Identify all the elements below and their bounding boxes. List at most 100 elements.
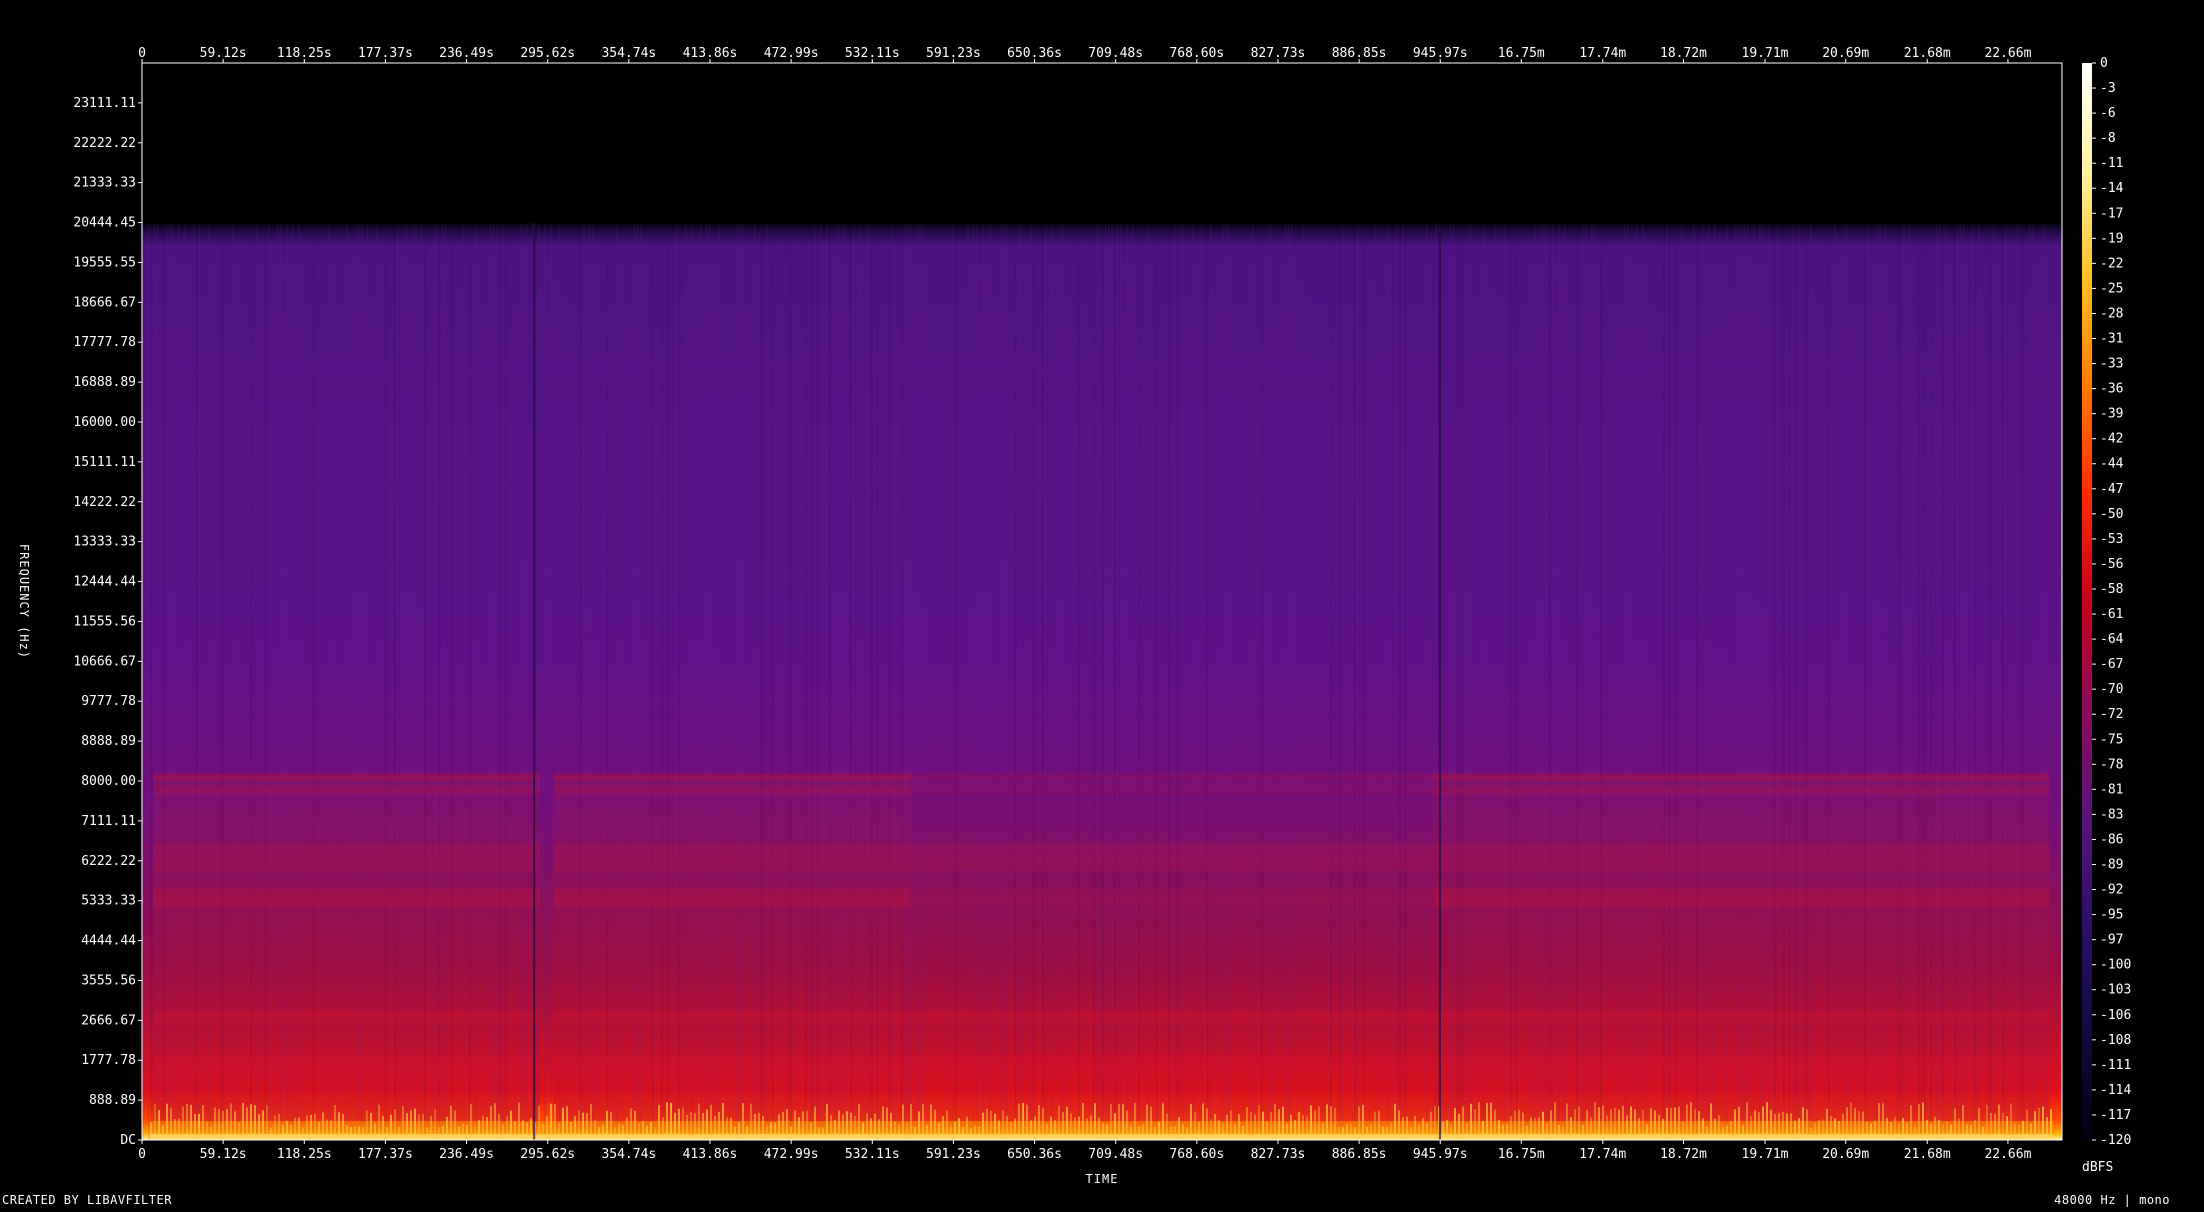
y-tick-label: 11555.56 [73,614,136,629]
x-tick-label-top: 650.36s [1007,46,1062,61]
colorbar-tick-label: -25 [2100,281,2123,296]
x-axis-title: TIME [1086,1172,1119,1186]
y-tick-label: 15111.11 [73,455,136,470]
y-tick-label: DC [120,1133,136,1148]
x-tick-label-bottom: 59.12s [200,1147,247,1162]
x-tick-label-top: 20.69m [1822,46,1869,61]
x-tick-label-top: 886.85s [1332,46,1387,61]
colorbar-tick-label: -17 [2100,206,2123,221]
colorbar-tick-label: -78 [2100,757,2123,772]
colorbar-tick-label: -39 [2100,407,2123,422]
x-tick-label-top: 768.60s [1169,46,1224,61]
x-tick-label-top: 945.97s [1413,46,1468,61]
colorbar-tick-label: -31 [2100,332,2123,347]
y-tick-label: 14222.22 [73,495,136,510]
x-tick-label-top: 532.11s [845,46,900,61]
x-tick-label-top: 591.23s [926,46,981,61]
x-tick-label-top: 177.37s [358,46,413,61]
x-tick-label-bottom: 22.66m [1984,1147,2031,1162]
colorbar-tick-label: -70 [2100,682,2123,697]
x-tick-label-bottom: 16.75m [1498,1147,1545,1162]
colorbar-tick-label: -89 [2100,857,2123,872]
x-tick-label-top: 118.25s [277,46,332,61]
y-tick-label: 18666.67 [73,295,136,310]
footer-sample-info: 48000 Hz | mono [2054,1193,2170,1207]
x-tick-label-top: 16.75m [1498,46,1545,61]
y-tick-label: 888.89 [89,1093,136,1108]
y-tick-label: 8000.00 [81,774,136,789]
y-tick-label: 10666.67 [73,654,136,669]
y-tick-label: 5333.33 [81,894,136,909]
x-tick-label-bottom: 18.72m [1660,1147,1707,1162]
x-tick-label-top: 709.48s [1088,46,1143,61]
colorbar-tick-label: -6 [2100,106,2116,121]
colorbar-tick-label: -33 [2100,357,2123,372]
y-tick-label: 21333.33 [73,176,136,191]
colorbar-tick-label: -11 [2100,156,2123,171]
spectrogram-svg: 0 0 59.12s 59.12s 118.25s 118.25s 177.37s 177.3… [2,46,2170,1207]
y-tick-label: 19555.55 [73,255,136,270]
colorbar-tick-label: -53 [2100,532,2123,547]
colorbar-tick-label: -72 [2100,707,2123,722]
colorbar-tick-label: -3 [2100,81,2116,96]
colorbar-tick-label: -92 [2100,883,2123,898]
x-tick-label-top: 472.99s [764,46,819,61]
y-tick-label: 3555.56 [81,973,136,988]
colorbar-tick-label: -75 [2100,732,2123,747]
colorbar-tick-label: -83 [2100,807,2123,822]
colorbar-tick-label: 0 [2100,56,2108,71]
colorbar-tick-label: -47 [2100,482,2123,497]
colorbar-tick-label: -8 [2100,131,2116,146]
y-tick-label: 1777.78 [81,1053,136,1068]
y-tick-label: 2666.67 [81,1013,136,1028]
colorbar [2082,63,2092,1140]
colorbar-tick-label: -100 [2100,958,2131,973]
y-tick-label: 23111.11 [73,96,136,111]
colorbar-tick-label: -81 [2100,782,2123,797]
x-tick-label-top: 236.49s [439,46,494,61]
x-tick-label-bottom: 827.73s [1251,1147,1306,1162]
x-tick-label-top: 21.68m [1904,46,1951,61]
x-tick-label-bottom: 0 [138,1147,146,1162]
spectrogram-chart: 0 0 59.12s 59.12s 118.25s 118.25s 177.37s 177.3… [0,0,2204,1208]
colorbar-tick-label: -36 [2100,382,2123,397]
y-tick-label: 16000.00 [73,415,136,430]
x-tick-label-bottom: 118.25s [277,1147,332,1162]
colorbar-tick-label: -28 [2100,306,2123,321]
colorbar-tick-label: -97 [2100,933,2123,948]
x-tick-label-bottom: 945.97s [1413,1147,1468,1162]
x-tick-label-bottom: 177.37s [358,1147,413,1162]
x-tick-label-top: 18.72m [1660,46,1707,61]
y-tick-label: 13333.33 [73,535,136,550]
x-tick-label-bottom: 17.74m [1579,1147,1626,1162]
y-tick-label: 6222.22 [81,854,136,869]
colorbar-tick-label: -50 [2100,507,2123,522]
colorbar-label: dBFS [2082,1160,2113,1175]
colorbar-tick-label: -117 [2100,1108,2131,1123]
colorbar-tick-label: -86 [2100,832,2123,847]
y-tick-label: 8888.89 [81,734,136,749]
x-tick-label-bottom: 354.74s [601,1147,656,1162]
colorbar-tick-label: -120 [2100,1133,2131,1148]
colorbar-tick-label: -44 [2100,457,2124,472]
colorbar-tick-label: -58 [2100,582,2123,597]
y-tick-label: 7111.11 [81,814,136,829]
x-tick-label-top: 0 [138,46,146,61]
colorbar-tick-label: -67 [2100,657,2123,672]
x-tick-label-bottom: 532.11s [845,1147,900,1162]
y-tick-label: 9777.78 [81,694,136,709]
x-tick-label-bottom: 19.71m [1742,1147,1789,1162]
colorbar-tick-label: -19 [2100,231,2123,246]
colorbar-tick-label: -22 [2100,256,2123,271]
colorbar-tick-label: -106 [2100,1008,2131,1023]
colorbar-tick-label: -64 [2100,632,2124,647]
y-tick-label: 4444.44 [81,934,136,949]
x-tick-label-top: 17.74m [1579,46,1626,61]
y-tick-label: 22222.22 [73,136,136,151]
y-axis-title: FREQUENCY (Hz) [17,544,31,659]
x-tick-label-bottom: 886.85s [1332,1147,1387,1162]
x-tick-label-bottom: 472.99s [764,1147,819,1162]
colorbar-tick-label: -111 [2100,1058,2131,1073]
x-tick-label-bottom: 20.69m [1822,1147,1869,1162]
spectrogram-plot-area [142,63,2062,1141]
